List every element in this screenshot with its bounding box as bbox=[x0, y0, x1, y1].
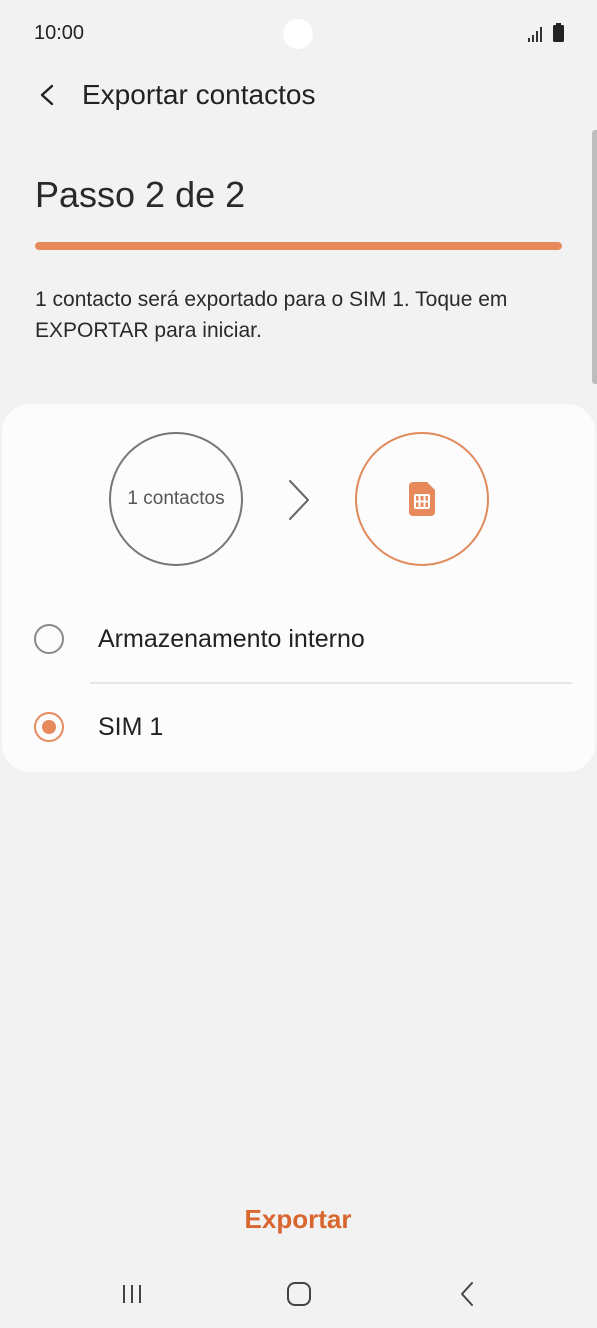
step-title: Passo 2 de 2 bbox=[35, 174, 246, 215]
radio-sim-1[interactable] bbox=[34, 712, 64, 742]
option-sim-1-label: SIM 1 bbox=[98, 713, 164, 741]
chevron-left-icon bbox=[40, 84, 54, 106]
step-progress-bar bbox=[35, 242, 562, 250]
export-button[interactable]: Exportar bbox=[198, 1194, 398, 1244]
source-contacts-circle: 1 contactos bbox=[109, 432, 243, 566]
chevron-right-icon bbox=[289, 480, 309, 520]
signal-icon bbox=[528, 27, 542, 42]
page-title: Exportar contactos bbox=[82, 79, 316, 110]
sim-card-icon bbox=[409, 482, 435, 516]
option-divider bbox=[90, 682, 572, 684]
back-icon[interactable] bbox=[456, 1280, 478, 1308]
home-icon[interactable] bbox=[286, 1281, 312, 1307]
screen: 10:00 Exportar contactos Passo 2 de 2 1 … bbox=[0, 0, 597, 1328]
target-sim-circle bbox=[355, 432, 489, 566]
source-contacts-label: 1 contactos bbox=[127, 488, 225, 509]
option-sim-1[interactable]: SIM 1 bbox=[2, 688, 595, 768]
recent-apps-icon[interactable] bbox=[120, 1282, 144, 1306]
option-internal-storage-label: Armazenamento interno bbox=[98, 625, 365, 653]
step-progress-fill bbox=[35, 242, 562, 250]
battery-icon bbox=[553, 23, 564, 42]
scrollbar[interactable] bbox=[592, 130, 597, 384]
camera-cutout bbox=[283, 19, 313, 49]
status-bar: 10:00 bbox=[0, 0, 597, 70]
export-target-card: 1 contactos Armazenamento interno SIM 1 bbox=[2, 404, 595, 772]
radio-internal-storage[interactable] bbox=[34, 624, 64, 654]
option-internal-storage[interactable]: Armazenamento interno bbox=[2, 600, 595, 680]
export-info-text: 1 contacto será exportado para o SIM 1. … bbox=[35, 288, 508, 342]
navigation-bar bbox=[0, 1262, 597, 1328]
status-time: 10:00 bbox=[34, 22, 85, 44]
app-bar: Exportar contactos bbox=[0, 70, 597, 120]
back-button[interactable] bbox=[30, 78, 64, 112]
